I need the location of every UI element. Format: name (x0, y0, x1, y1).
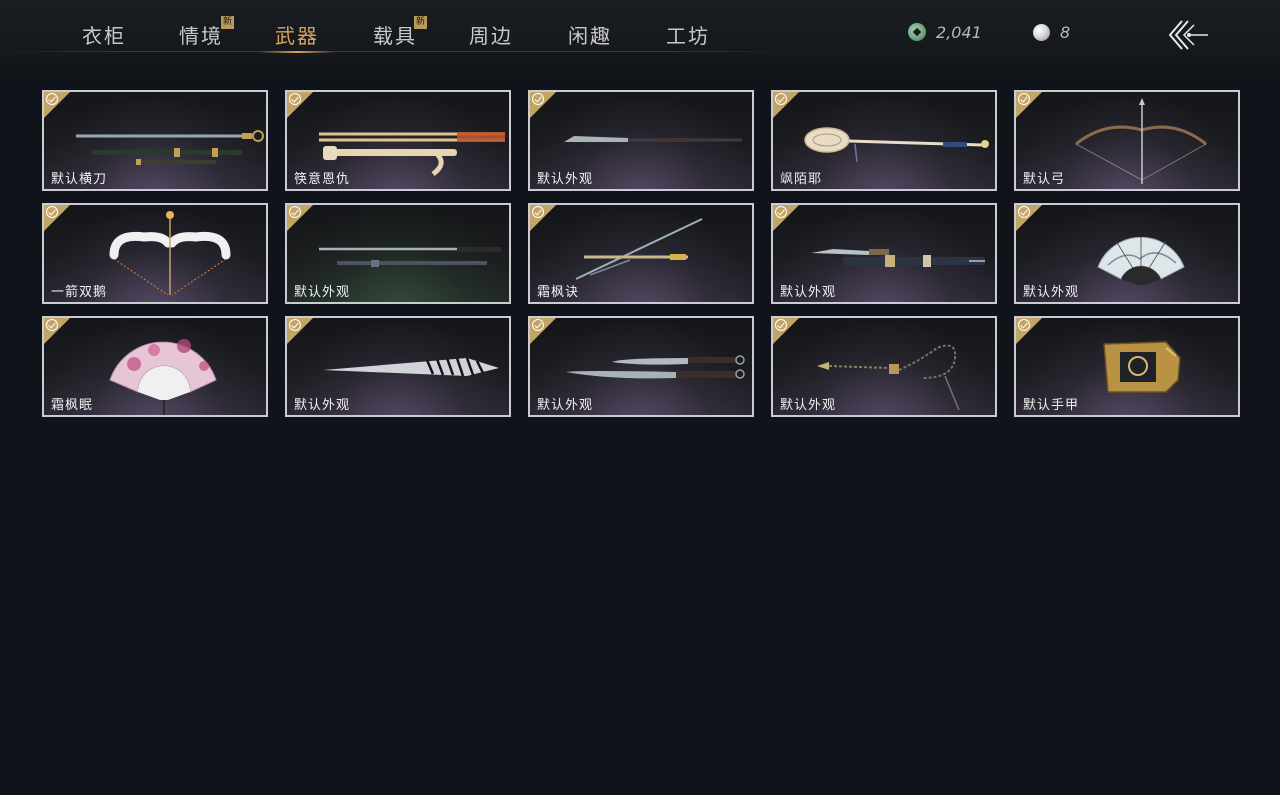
weapon-card[interactable]: 默认外观 (771, 203, 997, 304)
check-icon (775, 319, 787, 331)
check-icon (46, 93, 58, 105)
weapon-card[interactable]: 霜枫眠 (42, 316, 268, 417)
top-bar: 衣柜 情境新 武器 载具新 周边 闲趣 工坊 2,041 8 (0, 0, 1280, 75)
item-name: 飒陌耶 (780, 172, 823, 187)
check-icon (532, 206, 544, 218)
weapon-card[interactable]: 默认横刀 (42, 90, 268, 191)
weapon-card[interactable]: 默认外观 (1014, 203, 1240, 304)
item-name: 默认外观 (294, 398, 351, 413)
item-name: 默认弓 (1023, 172, 1066, 187)
check-icon (532, 93, 544, 105)
weapon-card[interactable]: 飒陌耶 (771, 90, 997, 191)
item-name: 一箭双鹅 (51, 285, 108, 300)
pearl-amount: 8 (1060, 22, 1071, 42)
weapon-card[interactable]: 默认外观 (285, 316, 511, 417)
weapon-card[interactable]: 默认手甲 (1014, 316, 1240, 417)
item-name: 默认外观 (780, 398, 837, 413)
jade-amount: 2,041 (936, 22, 982, 42)
tab-workshop[interactable]: 工坊 (648, 20, 728, 52)
pearl-icon (1033, 23, 1050, 41)
check-icon (289, 319, 301, 331)
back-arrow-icon (1168, 20, 1208, 50)
item-name: 默认手甲 (1023, 398, 1080, 413)
item-name: 霜枫诀 (537, 285, 580, 300)
weapon-card[interactable]: 默认外观 (528, 90, 754, 191)
check-icon (1018, 206, 1030, 218)
back-button[interactable] (1166, 17, 1212, 53)
check-icon (46, 206, 58, 218)
tab-leisure[interactable]: 闲趣 (550, 20, 630, 52)
tab-label: 周边 (469, 24, 513, 48)
weapon-card[interactable]: 默认弓 (1014, 90, 1240, 191)
weapon-card[interactable]: 霜枫诀 (528, 203, 754, 304)
tab-wardrobe[interactable]: 衣柜 (64, 20, 144, 52)
tab-merch[interactable]: 周边 (451, 20, 531, 52)
tab-label: 情境 (179, 24, 223, 48)
check-icon (775, 93, 787, 105)
check-icon (1018, 93, 1030, 105)
tab-label: 衣柜 (82, 24, 126, 48)
tab-scene[interactable]: 情境新 (161, 16, 241, 52)
tab-weapons[interactable]: 武器 (257, 20, 337, 53)
check-icon (532, 319, 544, 331)
item-name: 筷意恩仇 (294, 172, 351, 187)
tab-label: 闲趣 (568, 24, 612, 48)
check-icon (289, 206, 301, 218)
item-name: 默认外观 (294, 285, 351, 300)
category-tabs: 衣柜 情境新 武器 载具新 周边 闲趣 工坊 (0, 0, 790, 75)
weapon-card[interactable]: 默认外观 (285, 203, 511, 304)
weapon-card[interactable]: 一箭双鹅 (42, 203, 268, 304)
new-badge: 新 (221, 16, 234, 29)
weapon-card[interactable]: 默认外观 (528, 316, 754, 417)
item-name: 默认外观 (537, 172, 594, 187)
check-icon (289, 93, 301, 105)
check-icon (1018, 319, 1030, 331)
tab-label: 武器 (275, 24, 319, 48)
pearl-currency: 8 (1033, 20, 1070, 44)
weapon-card[interactable]: 默认外观 (771, 316, 997, 417)
weapon-card[interactable]: 筷意恩仇 (285, 90, 511, 191)
jade-coin-icon (908, 23, 926, 41)
item-name: 默认横刀 (51, 172, 108, 187)
tab-label: 工坊 (666, 24, 710, 48)
new-badge: 新 (414, 16, 427, 29)
item-name: 默认外观 (780, 285, 837, 300)
item-name: 默认外观 (537, 398, 594, 413)
tab-vehicles[interactable]: 载具新 (355, 16, 435, 52)
item-name: 霜枫眠 (51, 398, 94, 413)
check-icon (775, 206, 787, 218)
item-name: 默认外观 (1023, 285, 1080, 300)
tab-label: 载具 (373, 24, 417, 48)
jade-currency: 2,041 (908, 20, 982, 44)
check-icon (46, 319, 58, 331)
